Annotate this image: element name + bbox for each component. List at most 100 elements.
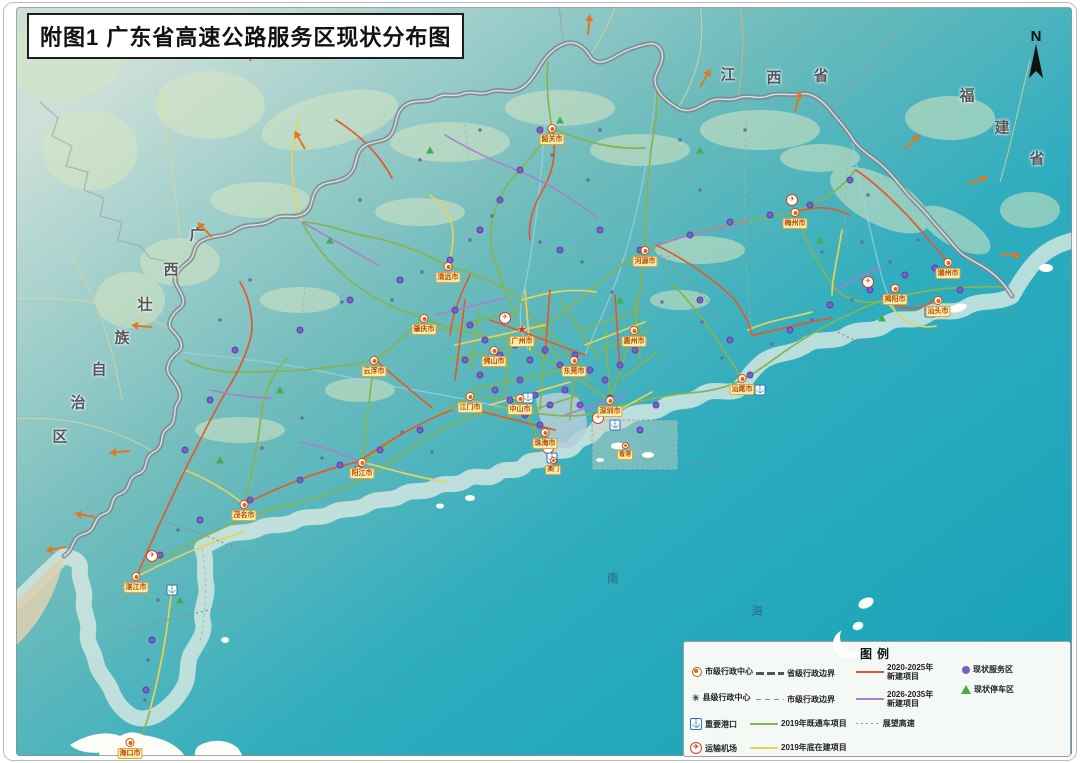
parking-area-triangle [616, 297, 624, 304]
under-construction-2019-swatch [750, 747, 778, 749]
city-label: 佛山市 [482, 356, 507, 367]
service-area-dot [232, 347, 239, 354]
prospective-swatch [856, 723, 880, 725]
port-marker: ⚓ [755, 385, 766, 396]
service-area-dot [337, 462, 344, 469]
city-label: 海口市 [118, 748, 143, 759]
service-area-dot [477, 372, 484, 379]
county-marker [811, 319, 814, 322]
city-marker: 中山市 [508, 394, 533, 415]
city-center-icon [891, 284, 900, 293]
city-label: 清远市 [436, 272, 461, 283]
legend-title: 图例 [684, 645, 1070, 662]
service-area-dot [492, 387, 499, 394]
city-label: 湛江市 [124, 582, 149, 593]
county-marker [301, 417, 304, 420]
north-arrow: N [1022, 30, 1050, 85]
city-center-icon [466, 392, 475, 401]
city-label: 梅州市 [783, 218, 808, 229]
city-center-icon [516, 394, 525, 403]
province-label-char: 江 [720, 64, 735, 85]
city-label: 肇庆市 [412, 324, 437, 335]
boundary-arrow [794, 96, 800, 111]
map-figure: 广西壮族自治区江西省福建省南海✈✈✈✈✈✈✈⚓⚓⚓⚓⚓⚓韶关市清远市河源市梅州市… [0, 0, 1080, 763]
service-area-dot [182, 447, 189, 454]
service-area-dot [452, 307, 459, 314]
service-area-dot [787, 327, 794, 334]
airport-marker: ✈ [862, 276, 874, 288]
service-area-dot [632, 347, 639, 354]
legend-item-new-2026-2035: 2026-2035年 新建项目 [856, 690, 933, 708]
county-marker [539, 241, 542, 244]
city-label: 汕头市 [926, 306, 951, 317]
city-label: 东莞市 [562, 366, 587, 377]
service-area-dot [602, 377, 609, 384]
city-center-icon [132, 572, 141, 581]
city-label: 深圳市 [598, 406, 623, 417]
service-area-dot [482, 337, 489, 344]
service-area-dot [347, 297, 354, 304]
boundary-arrow [968, 178, 983, 185]
county-marker [581, 261, 584, 264]
parking-area-triangle [878, 315, 886, 322]
service-area-dot [637, 427, 644, 434]
county-marker [321, 457, 324, 460]
sea-label-char: 南 [607, 570, 619, 587]
boundary-arrow [587, 20, 590, 35]
service-area-dot [902, 272, 909, 279]
city-center-icon [738, 374, 747, 383]
county-marker [917, 239, 920, 242]
legend-item-port: ⚓ 重要港口 [690, 718, 737, 730]
city-marker: 清远市 [436, 262, 461, 283]
parking-area-icon [961, 685, 971, 694]
province-label-char: 西 [766, 67, 781, 88]
north-arrow-icon [1027, 44, 1045, 80]
service-area-dot [807, 202, 814, 209]
city-label: 韶关市 [540, 134, 565, 145]
service-area-dot [847, 177, 854, 184]
province-label-char: 治 [70, 392, 85, 413]
county-marker [219, 319, 222, 322]
city-center-icon [692, 667, 702, 677]
sea-label-char: 海 [751, 603, 763, 620]
service-area-dot [297, 327, 304, 334]
county-marker [157, 599, 160, 602]
boundary-arrow [137, 325, 152, 328]
port-marker: ⚓ [610, 420, 621, 431]
boundary-arrow [80, 513, 95, 518]
county-marker [391, 299, 394, 302]
airport-marker: ✈ [786, 194, 798, 206]
city-label: 阳江市 [350, 468, 375, 479]
boundary-arrow [699, 74, 708, 88]
city-center-icon [641, 246, 650, 255]
boundary-arrow [904, 138, 916, 150]
service-area-dot [467, 322, 474, 329]
county-marker [551, 154, 554, 157]
parking-area-triangle [326, 237, 334, 244]
service-area-dot [957, 287, 964, 294]
airport-marker: ✈ [146, 550, 158, 562]
city-center-icon [621, 442, 628, 449]
city-center-icon [791, 208, 800, 217]
province-label-char: 壮 [137, 294, 152, 315]
service-area-dot [497, 197, 504, 204]
city-marker: 河源市 [633, 246, 658, 267]
county-marker [419, 159, 422, 162]
legend-item-county-center: ✳ 县级行政中心 [692, 692, 751, 703]
county-marker [867, 194, 870, 197]
county-marker [147, 659, 150, 662]
city-label: 汕尾市 [730, 384, 755, 395]
parking-area-triangle [696, 147, 704, 154]
service-area-dot [617, 362, 624, 369]
service-area-dot [727, 337, 734, 344]
city-boundary-swatch [756, 699, 784, 701]
boundary-arrow [1000, 253, 1015, 256]
city-marker: 阳江市 [350, 458, 375, 479]
city-center-icon [934, 296, 943, 305]
county-marker [359, 199, 362, 202]
county-marker [421, 271, 424, 274]
parking-area-triangle [426, 147, 434, 154]
province-label-char: 族 [114, 327, 129, 348]
service-area-dot [477, 227, 484, 234]
service-area-dot [397, 277, 404, 284]
